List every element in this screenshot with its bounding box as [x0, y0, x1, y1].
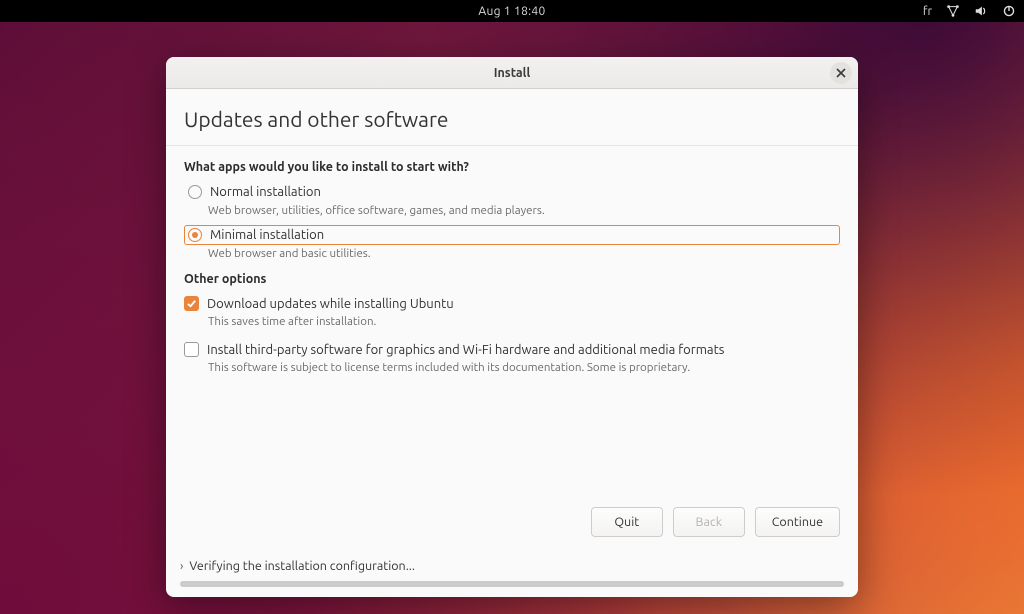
checkbox-third-party[interactable]: Install third-party software for graphic… — [184, 342, 840, 357]
page-heading: Updates and other software — [166, 89, 858, 146]
dialog-button-row: Quit Back Continue — [591, 507, 840, 537]
checkbox-label: Download updates while installing Ubuntu — [207, 297, 454, 311]
chevron-right-icon: › — [180, 560, 183, 573]
radio-normal-installation[interactable]: Normal installation — [184, 182, 840, 202]
progress-area: › Verifying the installation configurati… — [180, 559, 844, 587]
quit-button[interactable]: Quit — [591, 507, 663, 537]
radio-label: Minimal installation — [210, 228, 324, 242]
minimal-installation-desc: Web browser and basic utilities. — [208, 247, 840, 260]
dialog-title: Install — [494, 66, 531, 80]
radio-label: Normal installation — [210, 185, 321, 199]
power-icon[interactable] — [1002, 4, 1016, 18]
radio-icon — [188, 228, 202, 242]
checkbox-icon — [184, 296, 199, 311]
progress-fill — [180, 581, 844, 587]
network-icon[interactable] — [946, 4, 960, 18]
installer-dialog: Install Updates and other software What … — [166, 57, 858, 597]
checkbox-download-updates[interactable]: Download updates while installing Ubuntu — [184, 296, 840, 311]
progress-expander[interactable]: › Verifying the installation configurati… — [180, 559, 844, 573]
download-updates-desc: This saves time after installation. — [208, 315, 840, 328]
progress-label: Verifying the installation configuration… — [189, 559, 415, 573]
volume-icon[interactable] — [974, 4, 988, 18]
close-icon — [836, 65, 846, 81]
checkbox-icon — [184, 342, 199, 357]
system-tray: fr — [923, 0, 1016, 22]
back-button[interactable]: Back — [673, 507, 745, 537]
third-party-desc: This software is subject to license term… — [208, 361, 840, 374]
other-options-heading: Other options — [184, 272, 840, 286]
progress-bar — [180, 581, 844, 587]
radio-minimal-installation[interactable]: Minimal installation — [184, 225, 840, 245]
clock: Aug 1 18:40 — [478, 5, 545, 18]
normal-installation-desc: Web browser, utilities, office software,… — [208, 204, 840, 217]
keyboard-layout-indicator[interactable]: fr — [923, 5, 932, 18]
continue-button[interactable]: Continue — [755, 507, 840, 537]
gnome-top-bar: Aug 1 18:40 fr — [0, 0, 1024, 22]
close-button[interactable] — [830, 62, 852, 84]
install-type-question: What apps would you like to install to s… — [184, 160, 840, 174]
radio-icon — [188, 185, 202, 199]
dialog-titlebar: Install — [166, 57, 858, 89]
checkbox-label: Install third-party software for graphic… — [207, 343, 724, 357]
